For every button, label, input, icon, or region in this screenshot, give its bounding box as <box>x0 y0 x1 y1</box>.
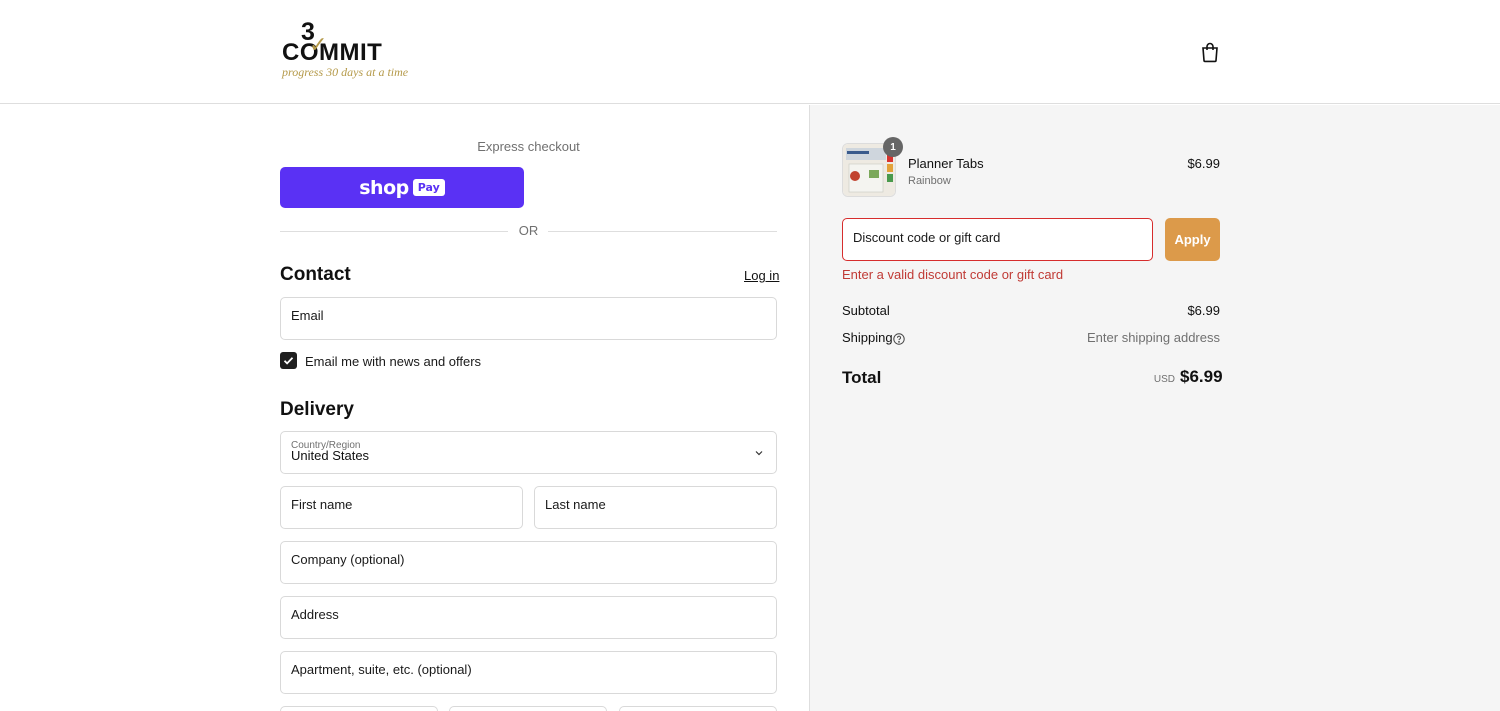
newsletter-checkbox[interactable] <box>280 352 297 369</box>
logo-checkmark-icon: ✓ <box>309 32 328 57</box>
divider-line-right <box>548 231 777 232</box>
quantity-badge: 1 <box>883 137 903 157</box>
newsletter-label: Email me with news and offers <box>305 354 482 369</box>
country-value: United States <box>291 448 370 463</box>
chevron-down-icon <box>755 451 763 456</box>
shipping-label: Shipping <box>842 330 893 345</box>
apartment-field[interactable]: Apartment, suite, etc. (optional) <box>280 651 777 694</box>
state-field[interactable] <box>449 706 607 711</box>
discount-placeholder: Discount code or gift card <box>853 230 1001 245</box>
logo-tagline: progress 30 days at a time <box>282 65 409 79</box>
shop-pay-button[interactable]: shop Pay <box>280 167 524 208</box>
subtotal-value: $6.99 <box>1187 303 1220 318</box>
email-placeholder: Email <box>291 308 324 323</box>
shipping-value: Enter shipping address <box>1087 330 1220 345</box>
shop-pay-logo-text: shop <box>359 176 409 199</box>
country-select[interactable]: Country/Region United States <box>280 431 777 474</box>
city-field[interactable] <box>280 706 438 711</box>
address-placeholder: Address <box>291 607 339 622</box>
delivery-heading: Delivery <box>280 399 354 420</box>
store-logo[interactable]: 3 COMMIT ✓ progress 30 days at a time <box>282 18 408 84</box>
discount-error-message: Enter a valid discount code or gift card <box>842 267 1064 282</box>
subtotal-label: Subtotal <box>842 303 890 318</box>
order-summary-panel <box>809 105 1500 711</box>
address-field[interactable]: Address <box>280 596 777 639</box>
first-name-field[interactable]: First name <box>280 486 523 529</box>
first-name-placeholder: First name <box>291 497 353 512</box>
checkmark-icon <box>283 357 294 365</box>
login-link[interactable]: Log in <box>744 268 779 283</box>
last-name-field[interactable]: Last name <box>534 486 777 529</box>
product-variant: Rainbow <box>908 175 951 187</box>
shop-pay-badge: Pay <box>412 179 445 196</box>
company-placeholder: Company (optional) <box>291 552 405 567</box>
or-divider: OR <box>280 223 777 239</box>
product-price: $6.99 <box>1187 156 1220 171</box>
shopping-bag-icon <box>1202 42 1218 63</box>
help-circle-icon[interactable] <box>893 332 905 345</box>
contact-heading: Contact <box>280 264 351 285</box>
logo-word: COMMIT <box>282 39 383 66</box>
product-name: Planner Tabs <box>908 156 984 171</box>
company-field[interactable]: Company (optional) <box>280 541 777 584</box>
discount-code-field[interactable]: Discount code or gift card <box>842 218 1153 261</box>
apply-discount-button[interactable]: Apply <box>1165 218 1220 261</box>
total-value: $6.99 <box>1180 367 1223 386</box>
email-field[interactable]: Email <box>280 297 777 340</box>
total-currency: USD <box>1153 374 1175 385</box>
zip-field[interactable] <box>619 706 777 711</box>
cart-button[interactable] <box>1198 40 1222 64</box>
total-label: Total <box>842 368 882 387</box>
header: 3 COMMIT ✓ progress 30 days at a time <box>0 0 1500 104</box>
express-checkout-label: Express checkout <box>477 139 580 154</box>
apartment-placeholder: Apartment, suite, etc. (optional) <box>291 662 472 677</box>
last-name-placeholder: Last name <box>545 497 606 512</box>
